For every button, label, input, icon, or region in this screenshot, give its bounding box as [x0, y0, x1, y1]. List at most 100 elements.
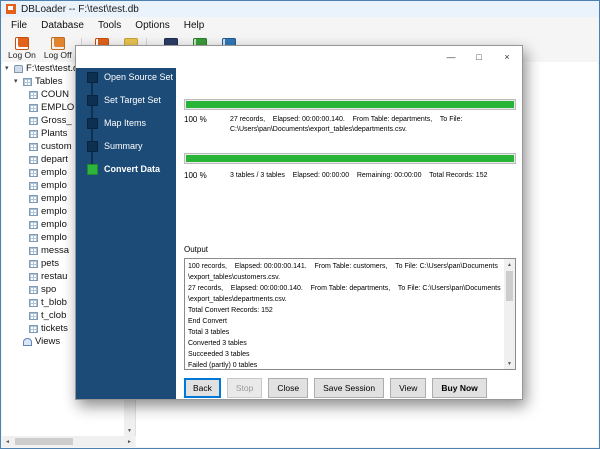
output-scrollbar[interactable]: ▲ ▼ [504, 259, 515, 369]
menu-tools[interactable]: Tools [91, 18, 128, 33]
table-icon [29, 221, 38, 229]
step-label: Map Items [104, 118, 146, 128]
stop-button[interactable]: Stop [227, 378, 263, 398]
menu-bar: File Database Tools Options Help [1, 17, 599, 34]
dialog-maximize-button[interactable]: □ [465, 47, 493, 66]
title-bar[interactable]: DBLoader -- F:\test\test.db [1, 1, 599, 17]
menu-database[interactable]: Database [34, 18, 91, 33]
tree-horizontal-scrollbar[interactable]: ◄ ► [2, 436, 135, 447]
window-title: DBLoader -- F:\test\test.db [21, 4, 139, 15]
table-name: Gross_ [41, 115, 72, 126]
scroll-left-icon[interactable]: ◄ [2, 436, 13, 447]
table-icon [29, 117, 38, 125]
table-icon [29, 208, 38, 216]
output-log-box[interactable]: 100 records, Elapsed: 00:00:00.141. From… [184, 258, 516, 370]
table-progress-info: 100 % 27 records, Elapsed: 00:00:00.140.… [184, 115, 518, 135]
total-progress-info: 100 % 3 tables / 3 tables Elapsed: 00:00… [184, 171, 518, 181]
log-on-button[interactable]: Log On [4, 36, 40, 61]
table-icon [29, 286, 38, 294]
table-name: COUN [41, 89, 69, 100]
table-name: emplo [41, 180, 67, 191]
step-marker-icon-current [87, 164, 98, 175]
table-icon [29, 143, 38, 151]
log-on-label: Log On [8, 50, 36, 60]
output-line: Total 3 tables [188, 327, 501, 338]
menu-file[interactable]: File [4, 18, 34, 33]
table-icon [29, 312, 38, 320]
log-off-icon [51, 37, 65, 50]
table-progress-fill [186, 101, 514, 108]
menu-options[interactable]: Options [128, 18, 176, 33]
table-name: emplo [41, 219, 67, 230]
tables-node-label: Tables [35, 76, 62, 87]
table-name: pets [41, 258, 59, 269]
scroll-down-icon[interactable]: ▼ [504, 358, 515, 369]
wizard-step-convert-data: Convert Data [76, 162, 160, 176]
table-icon [29, 195, 38, 203]
wizard-step-open-source-set: Open Source Set [76, 70, 173, 84]
views-node-label: Views [35, 336, 60, 347]
scrollbar-thumb[interactable] [15, 438, 73, 445]
table-progress-detail: 27 records, Elapsed: 00:00:00.140. From … [230, 115, 512, 135]
table-name: Plants [41, 128, 67, 139]
expander-icon[interactable]: ▾ [5, 64, 14, 73]
buy-now-button[interactable]: Buy Now [432, 378, 486, 398]
close-button[interactable]: Close [268, 378, 308, 398]
step-label: Set Target Set [104, 95, 161, 105]
step-label: Summary [104, 141, 143, 151]
output-label: Output [184, 245, 208, 254]
wizard-step-set-target-set: Set Target Set [76, 93, 161, 107]
back-button[interactable]: Back [184, 378, 221, 398]
table-icon [29, 91, 38, 99]
table-icon [29, 299, 38, 307]
scroll-right-icon[interactable]: ► [124, 436, 135, 447]
output-line: Total Convert Records: 152 [188, 305, 501, 316]
log-off-button[interactable]: Log Off [40, 36, 76, 61]
table-name: t_clob [41, 310, 66, 321]
table-name: emplo [41, 167, 67, 178]
wizard-steps-panel: Open Source Set Set Target Set Map Items… [76, 68, 176, 399]
table-name: emplo [41, 193, 67, 204]
save-session-button[interactable]: Save Session [314, 378, 384, 398]
tables-folder-icon [23, 78, 32, 86]
convert-data-page: 100 % 27 records, Elapsed: 00:00:00.140.… [176, 68, 522, 399]
table-icon [29, 104, 38, 112]
scrollbar-thumb[interactable] [506, 271, 513, 301]
scroll-up-icon[interactable]: ▲ [504, 259, 515, 270]
table-name: EMPLO [41, 102, 74, 113]
step-marker-icon [87, 141, 98, 152]
total-progress-fill [186, 155, 514, 162]
table-progress-bar [184, 99, 516, 110]
view-button[interactable]: View [390, 378, 426, 398]
output-line: 27 records, Elapsed: 00:00:00.140. From … [188, 283, 501, 305]
table-name: spo [41, 284, 56, 295]
app-icon [6, 4, 16, 14]
log-off-label: Log Off [44, 50, 72, 60]
table-name: depart [41, 154, 68, 165]
menu-help[interactable]: Help [177, 18, 212, 33]
table-icon [29, 130, 38, 138]
dialog-close-button[interactable]: × [493, 47, 521, 66]
step-label: Open Source Set [104, 72, 173, 82]
views-icon [23, 338, 32, 346]
table-icon [29, 247, 38, 255]
table-name: emplo [41, 232, 67, 243]
expander-icon[interactable]: ▾ [14, 77, 23, 86]
output-line: End Convert [188, 316, 501, 327]
output-line: Succeeded 3 tables [188, 349, 501, 360]
output-line: 100 records, Elapsed: 00:00:00.141. From… [188, 261, 501, 283]
table-name: messa [41, 245, 69, 256]
table-icon [29, 260, 38, 268]
step-label: Convert Data [104, 164, 160, 174]
dialog-minimize-button[interactable]: — [437, 47, 465, 66]
dialog-button-row: Back Stop Close Save Session View Buy No… [184, 378, 487, 398]
table-icon [29, 182, 38, 190]
table-name: custom [41, 141, 72, 152]
scroll-down-icon[interactable]: ▼ [124, 425, 135, 436]
total-progress-detail: 3 tables / 3 tables Elapsed: 00:00:00 Re… [230, 171, 512, 181]
table-name: restau [41, 271, 67, 282]
output-line: Converted 3 tables [188, 338, 501, 349]
wizard-step-map-items: Map Items [76, 116, 146, 130]
dialog-title-bar[interactable]: — □ × [76, 46, 522, 68]
table-progress-percent: 100 % [184, 115, 230, 135]
